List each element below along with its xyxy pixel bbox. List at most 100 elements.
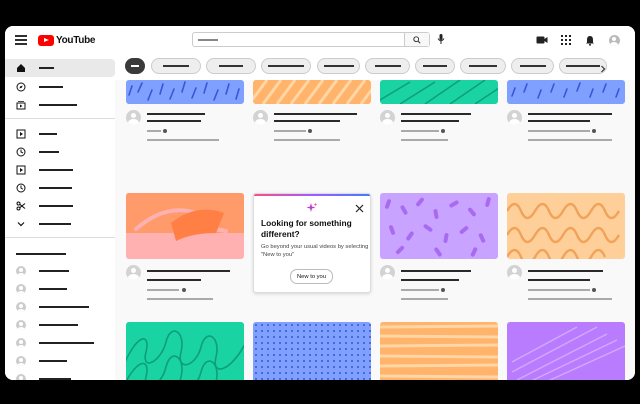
video-stats-line: [528, 139, 612, 141]
search-button[interactable]: [404, 33, 429, 46]
verified-badge-icon: [441, 288, 445, 292]
sidebar-item-show-more[interactable]: [5, 215, 115, 233]
video-feed: Looking for something different? Go beyo…: [115, 54, 635, 380]
chip-8[interactable]: [511, 58, 554, 74]
create-video-icon[interactable]: [536, 34, 548, 46]
scissors-icon: [15, 201, 26, 212]
video-title-line[interactable]: [147, 120, 201, 122]
channel-avatar[interactable]: [380, 110, 395, 125]
verified-badge-icon: [163, 129, 167, 133]
channel-avatar: [15, 338, 26, 348]
browser-window: YouTube Looking for something different?…: [5, 26, 635, 380]
video-title-line[interactable]: [528, 270, 603, 272]
channel-avatar: [15, 320, 26, 330]
video-thumbnail[interactable]: [253, 80, 371, 104]
sidebar-item-your-clips[interactable]: [5, 197, 115, 215]
video-thumbnail[interactable]: [507, 80, 625, 104]
notifications-bell-icon[interactable]: [584, 34, 596, 46]
video-thumbnail[interactable]: [253, 322, 371, 380]
chip-3[interactable]: [261, 58, 311, 74]
chip-7[interactable]: [460, 58, 506, 74]
video-thumbnail[interactable]: [507, 322, 625, 380]
close-icon[interactable]: [355, 200, 364, 213]
menu-icon[interactable]: [15, 35, 27, 45]
new-to-you-button[interactable]: New to you: [290, 269, 333, 284]
channel-avatar: [15, 302, 26, 312]
channel-avatar[interactable]: [380, 265, 395, 280]
sidebar-subscriptions-heading: [5, 245, 115, 263]
subscriptions-icon: [15, 100, 26, 111]
library-icon: [15, 129, 26, 140]
top-bar: YouTube: [5, 26, 635, 54]
microphone-icon[interactable]: [437, 33, 445, 47]
chip-all[interactable]: [125, 58, 145, 74]
video-title-line[interactable]: [401, 270, 471, 272]
sidebar-item-subscriptions[interactable]: [5, 96, 115, 114]
sidebar-channel-7[interactable]: [5, 370, 115, 380]
sidebar-channel-6[interactable]: [5, 352, 115, 370]
chip-5[interactable]: [365, 58, 410, 74]
sidebar-channel-1[interactable]: [5, 262, 115, 280]
video-stats-line: [528, 298, 612, 300]
video-thumbnail[interactable]: [380, 322, 498, 380]
video-title-line[interactable]: [147, 270, 230, 272]
video-thumbnail[interactable]: [380, 193, 498, 259]
account-avatar[interactable]: [608, 34, 620, 46]
gradient-accent: [254, 194, 370, 196]
sidebar-channel-3[interactable]: [5, 298, 115, 316]
video-thumbnail[interactable]: [507, 193, 625, 259]
home-icon: [15, 63, 26, 74]
channel-avatar[interactable]: [126, 110, 141, 125]
filter-chip-bar: [115, 54, 635, 80]
verified-badge-icon: [182, 288, 186, 292]
youtube-logo[interactable]: YouTube: [38, 34, 96, 46]
sidebar-item-your-videos[interactable]: [5, 161, 115, 179]
video-title-line[interactable]: [274, 120, 340, 122]
video-stats-line: [401, 139, 448, 141]
channel-avatar: [15, 284, 26, 294]
sidebar-item-history[interactable]: [5, 143, 115, 161]
video-stats-line: [147, 139, 219, 141]
history-icon: [15, 147, 26, 158]
video-stats-line: [274, 139, 340, 141]
video-title-line[interactable]: [274, 113, 357, 115]
search-input[interactable]: [193, 33, 402, 46]
video-title-line[interactable]: [528, 279, 590, 281]
video-stats-line: [401, 298, 448, 300]
chip-4[interactable]: [317, 58, 360, 74]
channel-avatar[interactable]: [253, 110, 268, 125]
sidebar-channel-2[interactable]: [5, 280, 115, 298]
your-videos-icon: [15, 165, 26, 176]
chip-2[interactable]: [206, 58, 256, 74]
chevron-down-icon: [15, 219, 26, 230]
chip-6[interactable]: [415, 58, 455, 74]
channel-avatar[interactable]: [507, 265, 522, 280]
chip-1[interactable]: [151, 58, 201, 74]
channel-avatar[interactable]: [126, 265, 141, 280]
apps-grid-icon[interactable]: [560, 34, 572, 46]
chevron-right-icon[interactable]: [598, 61, 608, 73]
sidebar-item-library[interactable]: [5, 125, 115, 143]
channel-avatar[interactable]: [507, 110, 522, 125]
video-title-line[interactable]: [401, 279, 459, 281]
video-thumbnail[interactable]: [126, 80, 244, 104]
video-stats-line: [147, 298, 213, 300]
sidebar-item-watch-later[interactable]: [5, 179, 115, 197]
sidebar-item-home[interactable]: [5, 59, 115, 77]
sidebar: [5, 54, 115, 380]
video-title-line[interactable]: [401, 113, 471, 115]
channel-name-line: [401, 130, 439, 132]
sidebar-channel-4[interactable]: [5, 316, 115, 334]
video-thumbnail[interactable]: [126, 322, 244, 380]
video-title-line[interactable]: [401, 120, 459, 122]
video-title-line[interactable]: [528, 120, 590, 122]
video-title-line[interactable]: [147, 113, 205, 115]
video-title-line[interactable]: [147, 279, 201, 281]
video-thumbnail[interactable]: [126, 193, 244, 259]
clock-icon: [15, 183, 26, 194]
video-thumbnail[interactable]: [380, 80, 498, 104]
sidebar-channel-5[interactable]: [5, 334, 115, 352]
video-title-line[interactable]: [528, 113, 612, 115]
sidebar-item-explore[interactable]: [5, 78, 115, 96]
new-to-you-promo-card: Looking for something different? Go beyo…: [253, 193, 371, 293]
